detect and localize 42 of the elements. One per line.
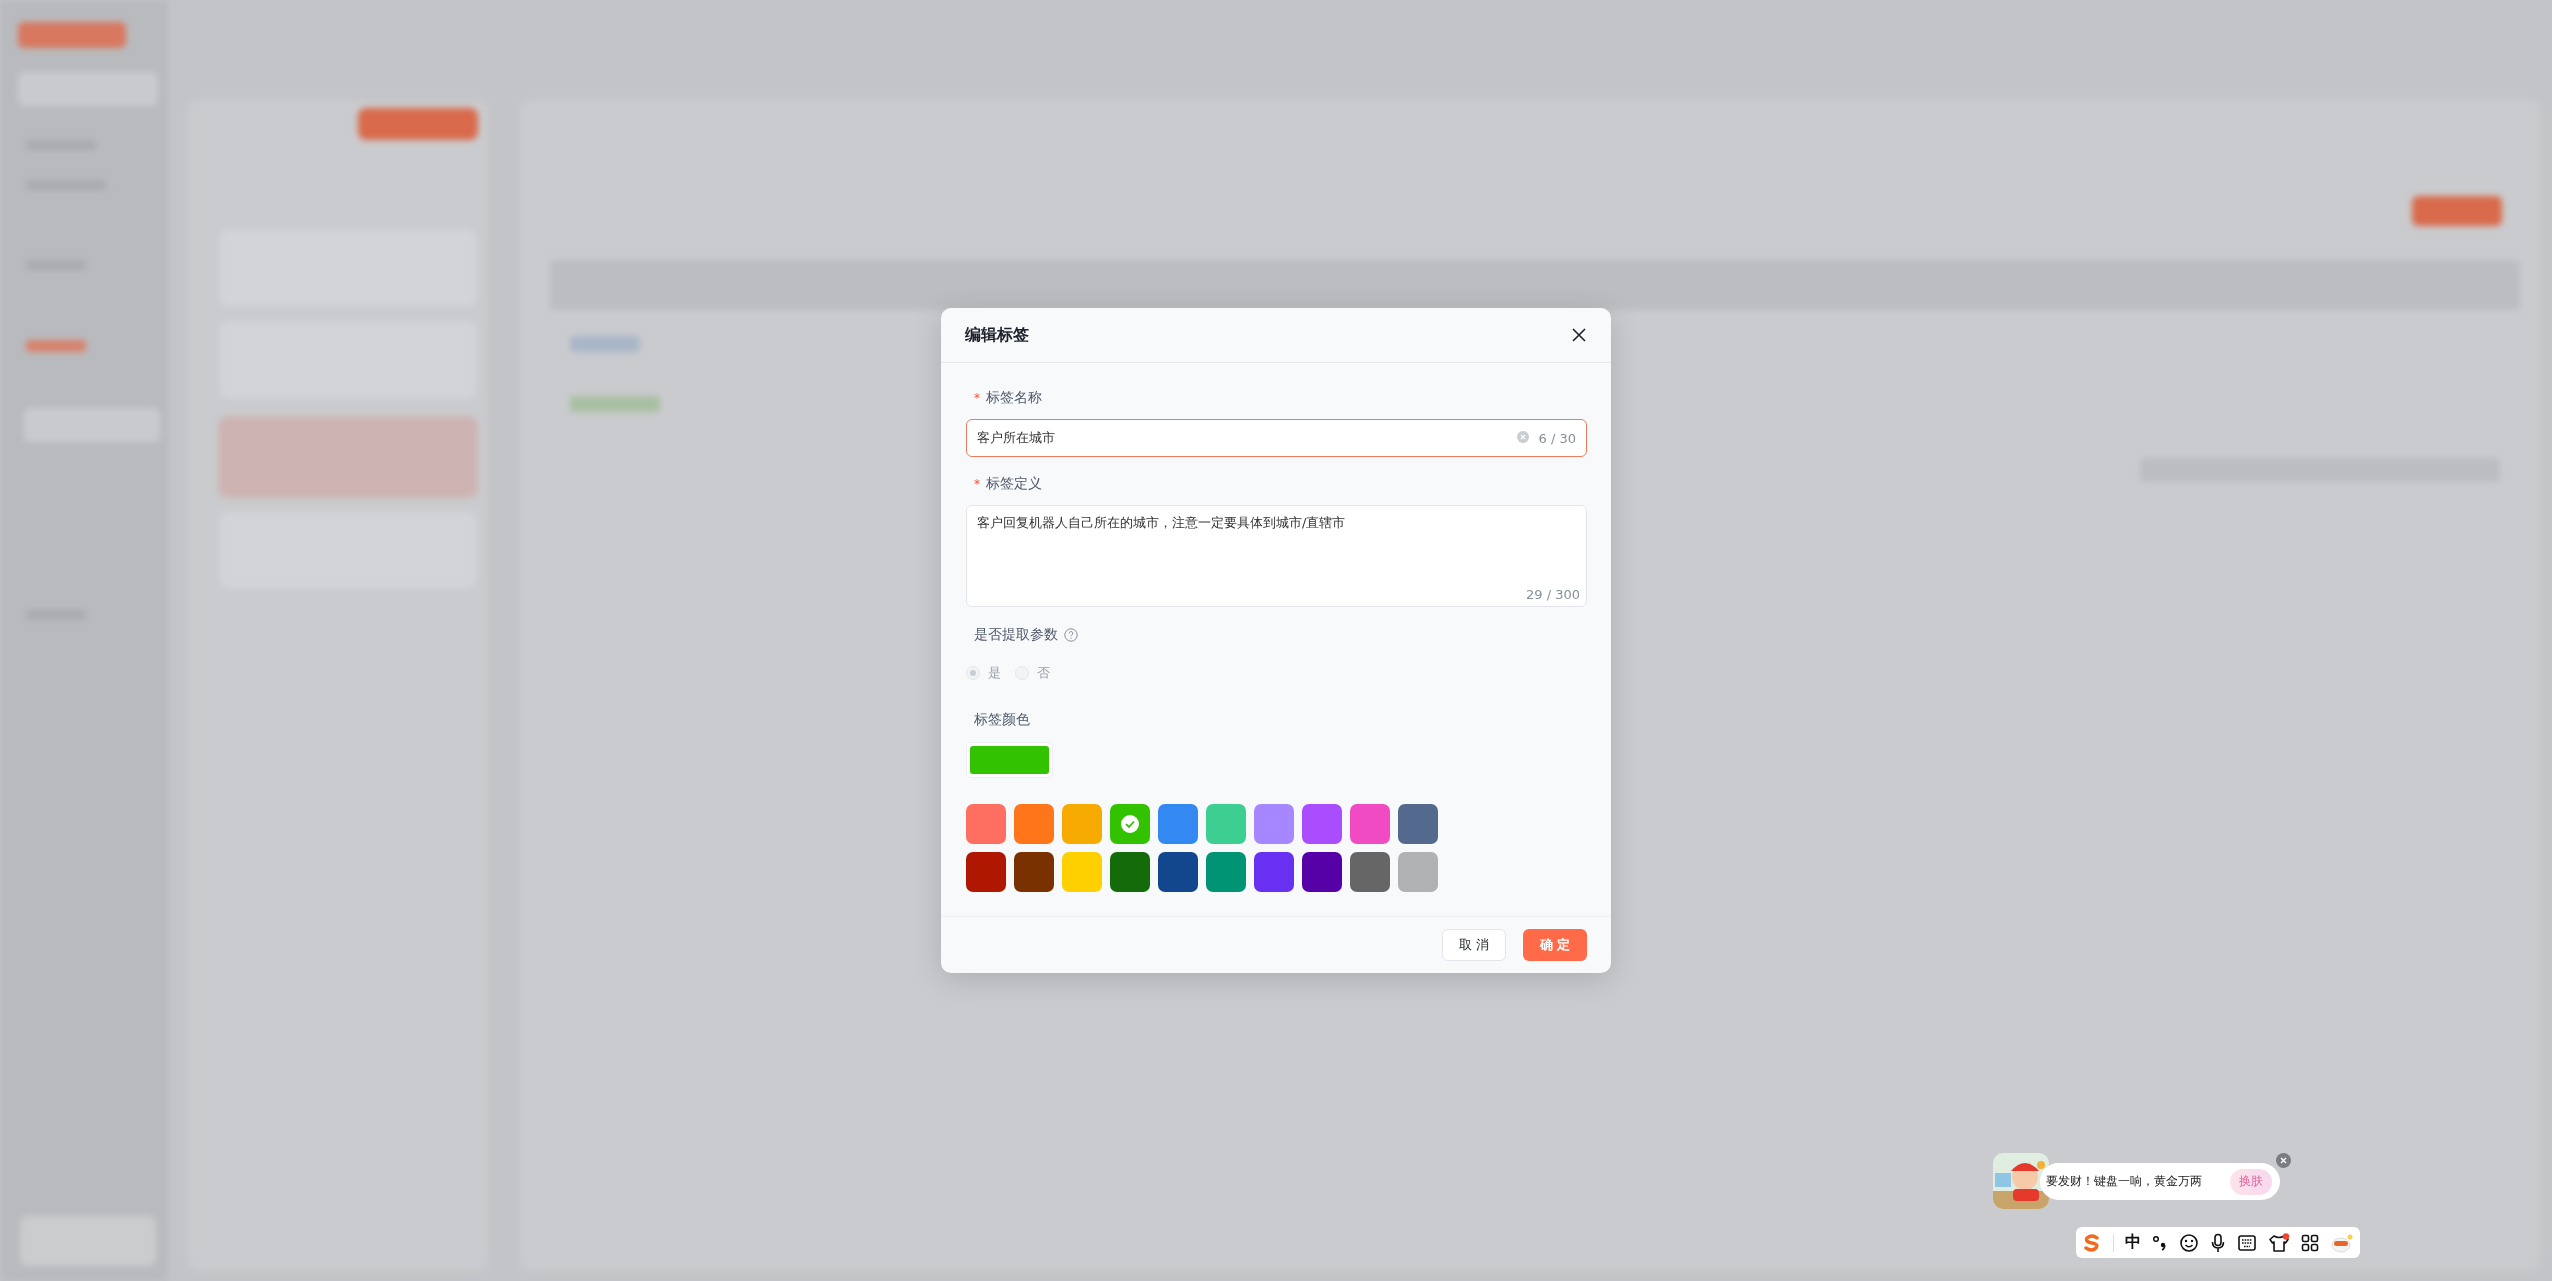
color-swatch[interactable] — [1254, 804, 1294, 844]
color-swatch[interactable] — [1110, 852, 1150, 892]
color-swatch[interactable] — [1014, 804, 1054, 844]
punctuation-icon[interactable] — [2152, 1233, 2168, 1252]
color-swatch[interactable] — [1302, 852, 1342, 892]
shirt-icon[interactable] — [2268, 1232, 2290, 1253]
microphone-icon[interactable] — [2210, 1232, 2226, 1253]
color-swatch[interactable] — [1254, 852, 1294, 892]
emoji-icon[interactable] — [2179, 1232, 2199, 1253]
close-icon[interactable] — [1571, 327, 1587, 343]
color-swatch[interactable] — [1158, 804, 1198, 844]
cancel-button[interactable]: 取 消 — [1442, 929, 1506, 961]
color-swatch[interactable] — [1062, 804, 1102, 844]
color-swatch[interactable] — [1206, 852, 1246, 892]
color-swatch[interactable] — [1302, 804, 1342, 844]
definition-text-area[interactable]: 客户回复机器人自己所在的城市，注意一定要具体到城市/直辖市 29 / 300 — [966, 505, 1587, 607]
required-mark: * — [974, 477, 980, 491]
required-mark: * — [974, 391, 980, 405]
color-swatch[interactable] — [1398, 852, 1438, 892]
keyboard-icon[interactable] — [2237, 1233, 2257, 1252]
language-mode-button[interactable]: 中 — [2125, 1232, 2141, 1253]
help-icon[interactable] — [1064, 628, 1078, 642]
question-label: 是否提取参数 — [974, 626, 1058, 644]
field-label: 标签定义 — [986, 475, 1042, 493]
color-swatch[interactable] — [1014, 852, 1054, 892]
color-swatch[interactable] — [966, 804, 1006, 844]
color-swatch[interactable] — [1158, 852, 1198, 892]
promo-message: 要发财！键盘一响，黄金万两 — [2046, 1173, 2202, 1190]
color-swatch[interactable] — [1062, 852, 1102, 892]
logo-icon[interactable] — [2082, 1232, 2102, 1253]
color-swatch[interactable] — [1110, 804, 1150, 844]
color-swatch[interactable] — [1350, 804, 1390, 844]
mascot-icon[interactable] — [2330, 1232, 2354, 1253]
color-swatch[interactable] — [1398, 804, 1438, 844]
color-label: 标签颜色 — [973, 710, 1031, 729]
color-swatch[interactable] — [1206, 804, 1246, 844]
name-input-field[interactable]: 客户所在城市 6 / 30 — [966, 419, 1587, 457]
field-label: 标签名称 — [986, 389, 1042, 407]
color-swatch[interactable] — [1350, 852, 1390, 892]
grid-icon[interactable] — [2301, 1233, 2319, 1252]
color-swatch[interactable] — [966, 852, 1006, 892]
dialog-title: 编辑标签 — [965, 324, 1029, 346]
